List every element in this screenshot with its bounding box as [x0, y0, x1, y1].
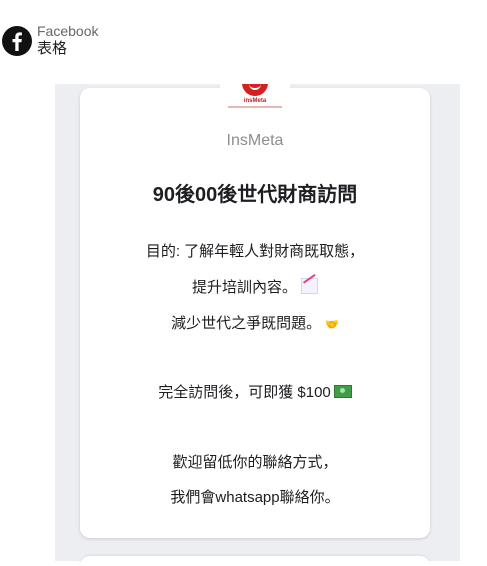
- description-line: 提升培訓內容。: [80, 276, 430, 297]
- insmeta-logo: insMeta: [220, 84, 290, 114]
- logo-mark-icon: [242, 84, 268, 96]
- description-text: 減少世代之爭既問題。: [171, 315, 322, 332]
- form-label: 表格: [37, 40, 68, 57]
- brand-label: Facebook: [37, 23, 99, 39]
- description-line: 我們會whatsapp聯絡你。: [80, 486, 430, 507]
- money-icon: [333, 385, 352, 398]
- logo-wordmark: insMeta: [243, 98, 267, 104]
- description-text: 我們會whatsapp聯絡你。: [170, 489, 340, 506]
- facebook-icon: [2, 26, 32, 56]
- intro-card: insMeta InsMeta 90後00後世代財商訪問 目的: 了解年輕人對財…: [80, 84, 430, 538]
- description-text: 歡迎留低你的聯絡方式，: [172, 454, 338, 471]
- description-line: 完全訪問後，可即獲 $100: [80, 381, 430, 402]
- page-name: InsMeta: [226, 132, 284, 149]
- logo-tagline-icon: [228, 106, 282, 108]
- header-text: Facebook 表格: [37, 22, 98, 58]
- description-text: 目的: 了解年輕人對財商既取態，: [145, 243, 365, 260]
- description-line: 減少世代之爭既問題。 🤝: [80, 312, 430, 333]
- form-title: 90後00後世代財商訪問: [152, 184, 358, 206]
- next-question-card: [80, 556, 430, 566]
- handshake-icon: 🤝: [325, 319, 339, 331]
- description-text: 提升培訓內容。: [191, 279, 297, 296]
- description-text: 完全訪問後，可即獲 $100: [158, 384, 331, 401]
- description-line: 目的: 了解年輕人對財商既取態，: [80, 240, 430, 261]
- facebook-header: Facebook 表格: [0, 20, 200, 64]
- chart-increasing-icon: [301, 278, 318, 294]
- description-line: 歡迎留低你的聯絡方式，: [80, 451, 430, 472]
